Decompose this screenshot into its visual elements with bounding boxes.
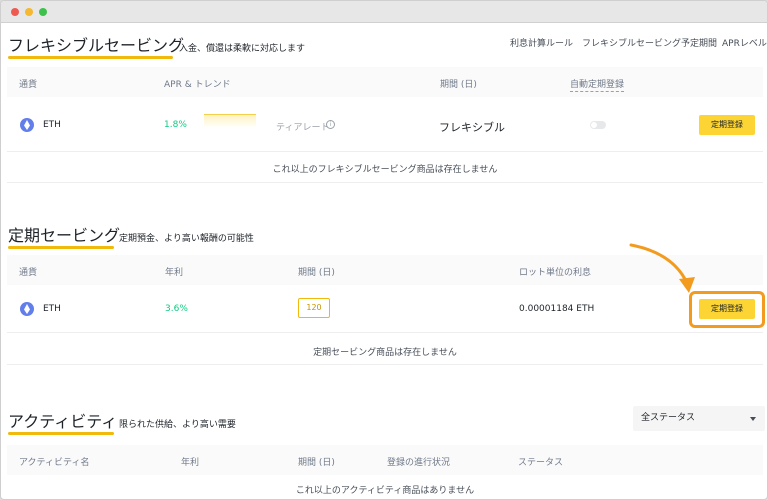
col-activity-name: アクティビティ名 — [19, 458, 90, 468]
period-value: フレキシブル — [439, 121, 505, 134]
apr-level-link[interactable]: APRレベル — [722, 36, 767, 49]
title-underline — [8, 56, 173, 59]
browser-window: フレキシブルセービング 入金、償還は柔軟に対応します 利息計算ルール フレキシブ… — [0, 0, 768, 500]
eth-coin-icon — [20, 302, 34, 316]
close-window-icon[interactable] — [11, 8, 19, 16]
window-titlebar — [1, 1, 767, 23]
fixed-empty-message: 定期セービング商品は存在しません — [313, 348, 457, 358]
eth-coin-icon — [20, 118, 34, 132]
flexible-savings-subtitle: 入金、償還は柔軟に対応します — [179, 44, 306, 54]
col-lot-interest: ロット単位の利息 — [519, 268, 592, 278]
col-currency: 通貨 — [19, 80, 38, 90]
info-icon[interactable]: i — [326, 120, 335, 129]
flexible-savings-title: フレキシブルセービング — [8, 32, 185, 59]
col-annual-rate: 年利 — [165, 268, 184, 278]
col-period: 期間 (日) — [298, 268, 335, 278]
col-status: ステータス — [518, 458, 564, 468]
activity-subtitle: 限られた供給、より高い需要 — [119, 420, 236, 430]
tier-rate-label: ティアレート — [276, 123, 330, 133]
callout-arrow-icon — [629, 243, 695, 293]
maximize-window-icon[interactable] — [39, 8, 47, 16]
col-annual-rate: 年利 — [181, 458, 200, 468]
activity-title-text: アクティビティ — [8, 412, 118, 431]
auto-subscribe-toggle[interactable] — [590, 121, 606, 129]
col-currency: 通貨 — [19, 268, 38, 278]
apr-trend-chart — [204, 114, 256, 128]
col-progress: 登録の進行状況 — [387, 458, 451, 468]
col-apr-trend: APR & トレンド — [164, 80, 231, 90]
row-divider — [7, 364, 763, 365]
row-divider — [7, 151, 763, 152]
activity-title: アクティビティ — [8, 408, 118, 435]
apr-value: 3.6% — [165, 304, 188, 314]
status-filter-value: 全ステータス — [641, 413, 696, 423]
chevron-down-icon — [750, 417, 756, 421]
fixed-savings-title: 定期セービング — [8, 222, 121, 249]
subscribe-button[interactable]: 定期登録 — [699, 115, 755, 135]
coin-name: ETH — [43, 304, 61, 314]
col-period: 期間 (日) — [440, 80, 477, 90]
activity-table-header: アクティビティ名 年利 期間 (日) 登録の進行状況 ステータス — [7, 445, 763, 475]
row-divider — [7, 332, 763, 333]
period-option-button[interactable]: 120 — [298, 298, 330, 318]
fixed-savings-title-text: 定期セービング — [8, 226, 121, 245]
minimize-window-icon[interactable] — [25, 8, 33, 16]
fixed-savings-subtitle: 定期預金、より高い報酬の可能性 — [119, 234, 254, 244]
activity-empty-message: これ以上のアクティビティ商品はありません — [295, 486, 475, 496]
flexible-table-header: 通貨 APR & トレンド 期間 (日) 自動定期登録 — [7, 67, 763, 97]
coin-name: ETH — [43, 120, 61, 130]
flexible-empty-message: これ以上のフレキシブルセービング商品は存在しません — [272, 165, 498, 175]
lot-interest-value: 0.00001184 ETH — [519, 304, 595, 314]
highlight-box — [689, 291, 765, 328]
interest-rules-link[interactable]: 利息計算ルール — [510, 36, 573, 49]
col-auto-subscribe: 自動定期登録 — [570, 77, 625, 92]
row-divider — [7, 182, 763, 183]
title-underline — [8, 432, 114, 435]
flexible-period-link[interactable]: フレキシブルセービング予定期間 — [582, 36, 717, 49]
apr-value: 1.8% — [164, 120, 187, 130]
status-filter-select[interactable]: 全ステータス — [633, 406, 765, 431]
title-underline — [8, 246, 114, 249]
flexible-savings-title-text: フレキシブルセービング — [8, 36, 185, 55]
col-period: 期間 (日) — [298, 458, 335, 468]
